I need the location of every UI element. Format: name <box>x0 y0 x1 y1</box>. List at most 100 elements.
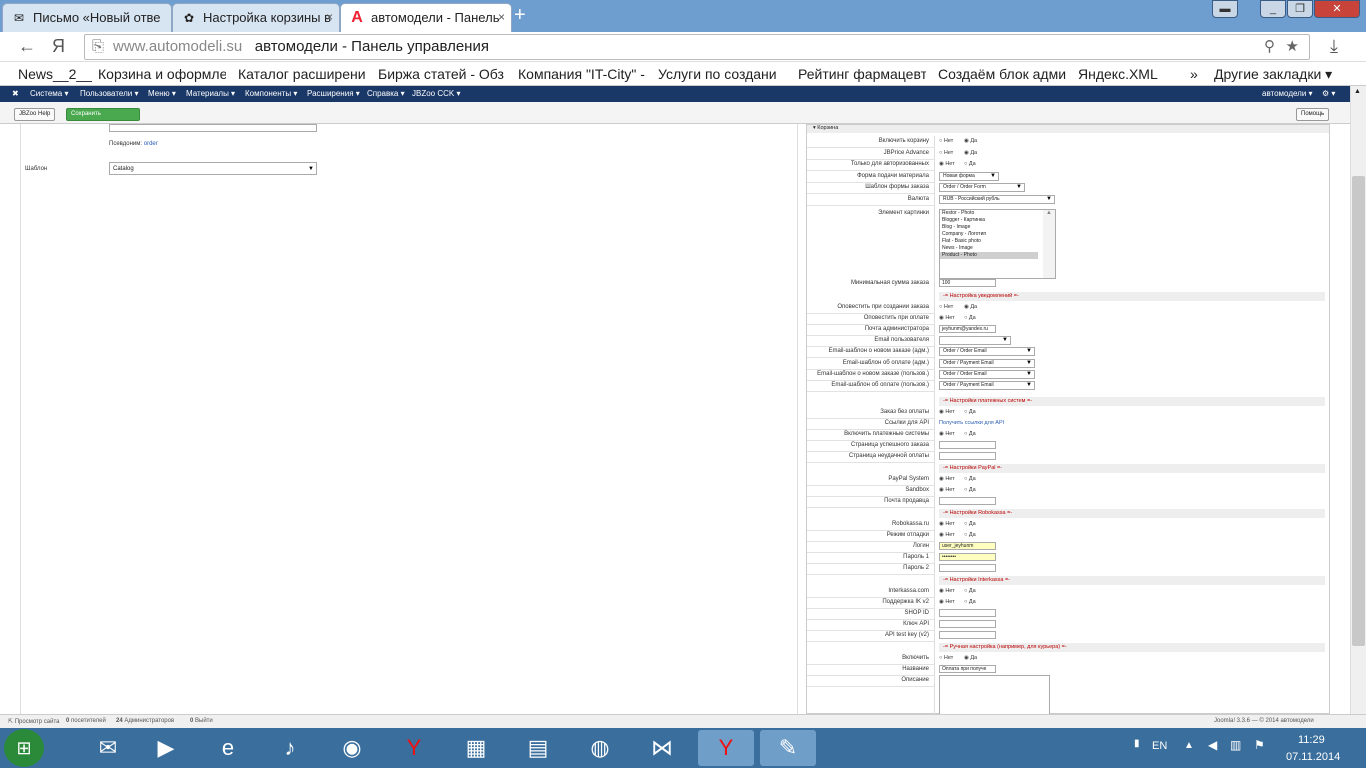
text-input[interactable] <box>939 620 996 629</box>
radio-yes[interactable]: ○ Да <box>964 161 976 167</box>
bookmark-item[interactable]: Корзина и оформле <box>98 66 226 82</box>
start-button[interactable]: ⊞ <box>4 729 44 767</box>
bookmark-item[interactable]: Каталог расширени <box>238 66 366 82</box>
dropdown[interactable]: Order / Order Email <box>939 347 1035 357</box>
volume-icon[interactable]: ◀ <box>1208 738 1217 752</box>
radio-yes[interactable]: ○ Да <box>964 599 976 605</box>
list-option[interactable]: Flat - Basic photo <box>940 238 1038 245</box>
text-input[interactable] <box>939 564 996 573</box>
api-links-link[interactable]: Получить ссылки для API <box>939 420 1004 426</box>
language-indicator[interactable]: EN <box>1152 740 1167 752</box>
radio-no[interactable]: ◉ Нет <box>939 532 955 538</box>
text-input[interactable] <box>939 608 996 617</box>
dropdown[interactable]: Order / Payment Email <box>939 380 1035 390</box>
radio-yes[interactable]: ◉ Да <box>964 150 977 156</box>
dropdown[interactable]: RUB - Российский рубль <box>939 195 1055 204</box>
close-tab-icon[interactable]: × <box>326 10 333 24</box>
text-input[interactable]: Оплата при получе <box>939 664 996 673</box>
maximize-icon[interactable]: ❐ <box>1287 0 1313 18</box>
menu-content[interactable]: Материалы ▾ <box>186 89 235 98</box>
tab-cart-settings[interactable]: ✿ Настройка корзины в × <box>172 3 340 32</box>
volume-app-icon[interactable]: ♪ <box>262 730 318 766</box>
more-bookmarks-icon[interactable]: » <box>1190 66 1202 82</box>
radio-yes[interactable]: ○ Да <box>964 487 976 493</box>
gear-icon[interactable]: ⚙ ▾ <box>1322 89 1335 98</box>
list-option[interactable]: Blogger - Картинка <box>940 217 1038 224</box>
new-tab-icon[interactable]: + <box>514 4 526 27</box>
logout-link[interactable]: 0 Выйти <box>190 718 213 724</box>
explorer-icon[interactable]: ▤ <box>510 730 566 766</box>
menu-system[interactable]: Система ▾ <box>30 89 68 98</box>
radio-no[interactable]: ◉ Нет <box>939 521 955 527</box>
bookmark-item[interactable]: Услуги по создани <box>658 66 786 82</box>
scroll-up-icon[interactable]: ▲ <box>1354 88 1361 95</box>
url-field[interactable]: ⎘ www.automodeli.su автомодели - Панель … <box>84 34 1310 60</box>
yandex-browser-icon[interactable]: Y <box>386 730 442 766</box>
clock-date[interactable]: 07.11.2014 <box>1286 751 1340 763</box>
text-input[interactable]: •••••••• <box>939 553 996 562</box>
radio-yes[interactable]: ○ Да <box>964 315 976 321</box>
tab-mail[interactable]: ✉ Письмо «Новый отве <box>2 3 172 32</box>
close-tab-icon[interactable]: × <box>498 10 505 24</box>
yandex-icon[interactable]: Я <box>52 36 65 57</box>
alias-field[interactable] <box>109 124 317 132</box>
radio-yes[interactable]: ◉ Да <box>964 304 977 310</box>
text-input[interactable] <box>939 631 996 640</box>
menu-users[interactable]: Пользователи ▾ <box>80 89 138 98</box>
dropdown[interactable]: Order / Payment Email <box>939 358 1035 368</box>
save-button[interactable]: Сохранить <box>66 108 140 121</box>
radio-no[interactable]: ◉ Нет <box>939 487 955 493</box>
back-icon[interactable]: ← <box>18 36 36 57</box>
paint-icon[interactable]: ✎ <box>760 730 816 766</box>
bookmark-item[interactable]: Создаём блок адми <box>938 66 1066 82</box>
dropdown[interactable]: Новая форма <box>939 171 999 181</box>
minimize-icon[interactable]: _ <box>1260 0 1286 18</box>
menu-jbzoo[interactable]: JBZoo CCK ▾ <box>412 89 460 98</box>
radio-no[interactable]: ◉ Нет <box>939 476 955 482</box>
radio-no[interactable]: ◉ Нет <box>939 409 955 415</box>
tab-admin-panel[interactable]: Aавтомодели - Панель × <box>340 3 512 32</box>
download-icon[interactable]: ⤓ <box>1330 36 1338 57</box>
star-icon[interactable]: ★ <box>1286 35 1299 59</box>
scroll-thumb[interactable] <box>1352 176 1365 646</box>
radio-yes[interactable]: ○ Да <box>964 532 976 538</box>
bookmark-item[interactable]: Яндекс.XML <box>1078 66 1178 82</box>
dropdown[interactable]: Order / Order Email <box>939 369 1035 379</box>
radio-no[interactable]: ◉ Нет <box>939 599 955 605</box>
radio-no[interactable]: ◉ Нет <box>939 315 955 321</box>
bookmark-item[interactable]: News__2__ <box>18 66 92 82</box>
tray-flag-icon[interactable]: ▮ <box>1134 738 1140 749</box>
dropdown[interactable] <box>939 336 1011 346</box>
radio-yes[interactable]: ○ Да <box>964 476 976 482</box>
radio-no[interactable]: ○ Нет <box>939 304 953 310</box>
visual-studio-icon[interactable]: ⋈ <box>634 730 690 766</box>
radio-yes[interactable]: ◉ Да <box>964 138 977 144</box>
menu-menus[interactable]: Меню ▾ <box>148 89 176 98</box>
joomla-logo-icon[interactable]: ✖ <box>12 89 19 98</box>
list-option[interactable]: Product - Photo <box>940 251 1038 259</box>
radio-no[interactable]: ○ Нет <box>939 655 953 661</box>
chrome-icon[interactable]: ◍ <box>572 730 628 766</box>
jbzoo-help-button[interactable]: JBZoo Help <box>14 108 56 121</box>
description-textarea[interactable] <box>939 674 1050 714</box>
radio-yes[interactable]: ○ Да <box>964 588 976 594</box>
menu-extensions[interactable]: Расширения ▾ <box>307 89 360 98</box>
list-scrollbar[interactable]: ▲ <box>1043 209 1055 278</box>
menu-help[interactable]: Справка ▾ <box>367 89 405 98</box>
radio-no[interactable]: ○ Нет <box>939 150 953 156</box>
flag-icon[interactable]: ⚑ <box>1254 738 1265 752</box>
min-sum-input[interactable]: 100 <box>939 279 996 287</box>
text-input[interactable] <box>939 496 996 505</box>
dropdown[interactable]: Order / Order Form <box>939 183 1025 193</box>
radio-no[interactable]: ◉ Нет <box>939 588 955 594</box>
bookmark-item[interactable]: Биржа статей - Обз <box>378 66 506 82</box>
radio-yes[interactable]: ◉ Да <box>964 655 977 661</box>
text-input[interactable]: jeyhunm@yandex.ru <box>939 324 996 333</box>
close-window-icon[interactable]: ✕ <box>1314 0 1360 18</box>
text-input[interactable]: user_jeyhunm <box>939 541 996 550</box>
thunderbird-icon[interactable]: ✉ <box>80 730 136 766</box>
clock-time[interactable]: 11:29 <box>1298 734 1325 746</box>
network-icon[interactable]: ▥ <box>1230 738 1241 752</box>
ie-icon[interactable]: e <box>200 730 256 766</box>
list-option[interactable]: Restor - Photo <box>940 210 1038 217</box>
